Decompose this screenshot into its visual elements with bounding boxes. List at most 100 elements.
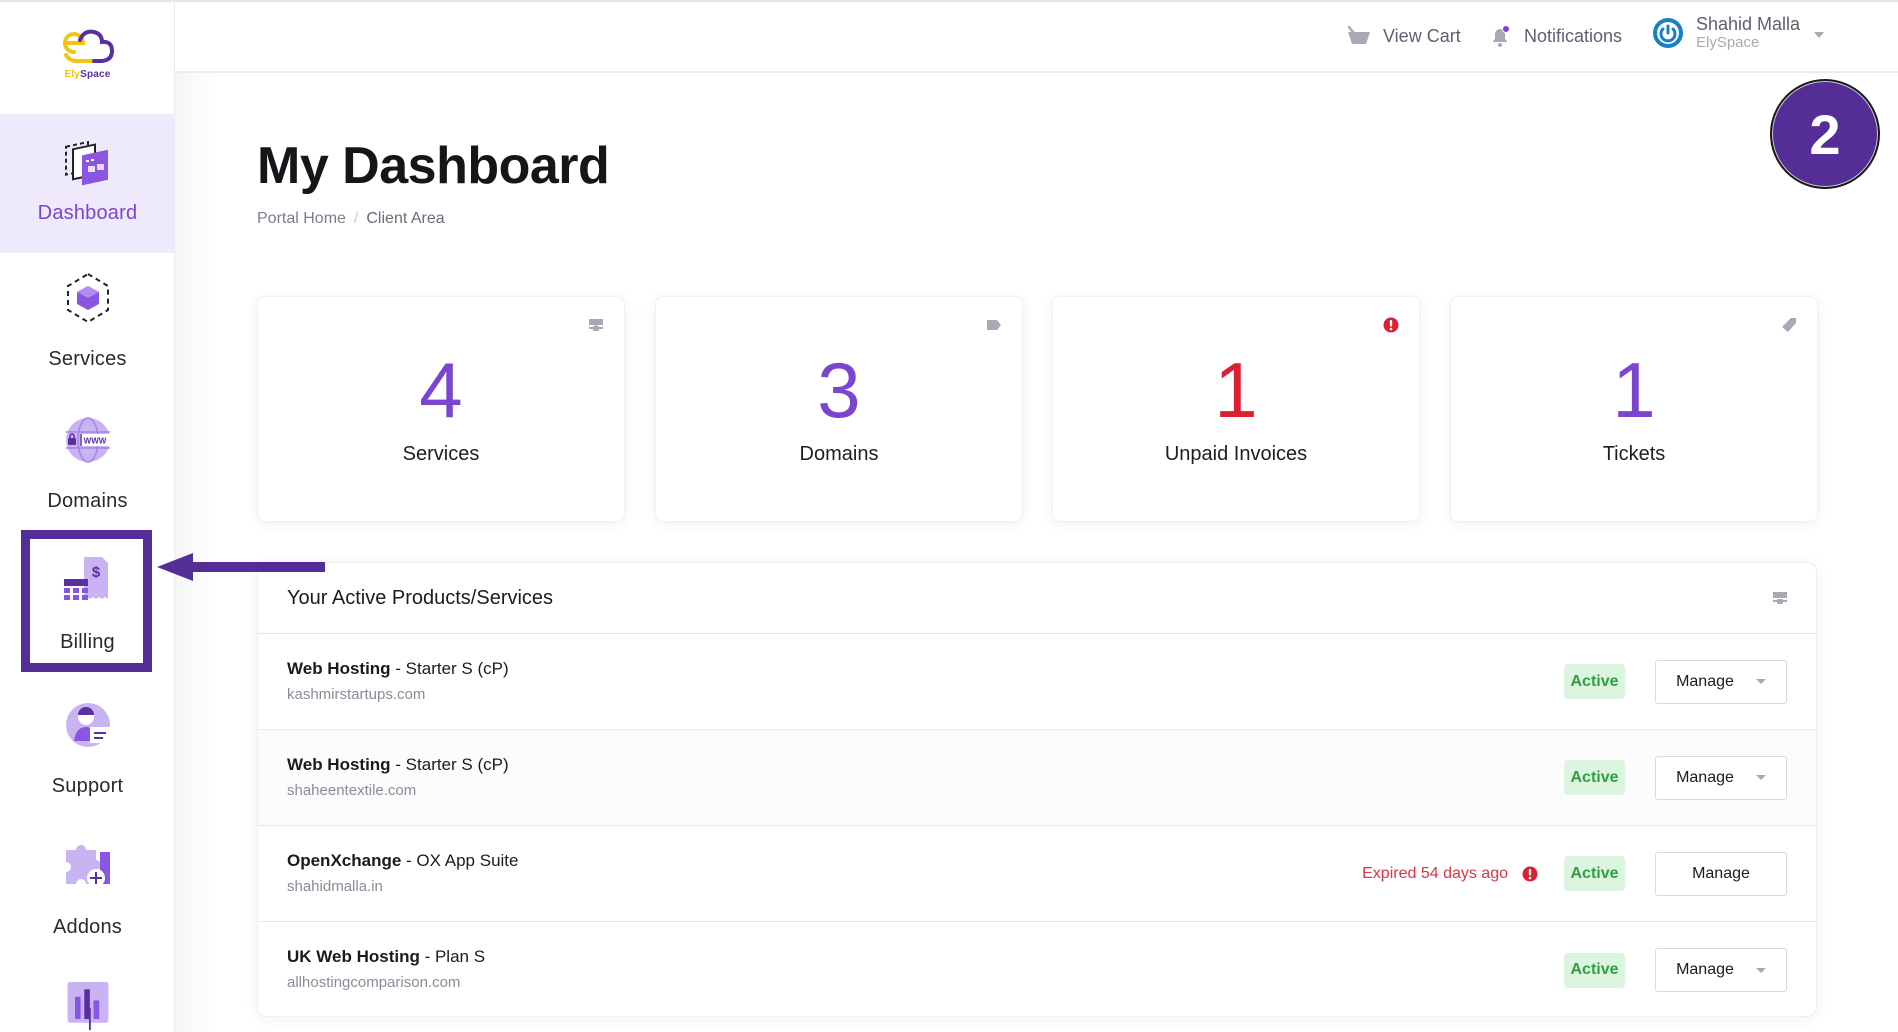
view-cart-link[interactable]: View Cart: [1347, 0, 1461, 72]
top-border: [0, 0, 1898, 2]
sidebar-item-label: Support: [51, 775, 124, 797]
stat-label: Services: [402, 443, 480, 465]
sidebar-item-addons[interactable]: Addons: [0, 838, 175, 963]
stat-card-services[interactable]: 4 Services: [257, 296, 625, 522]
elyspace-logo-icon: [62, 29, 114, 64]
sidebar-item-domains[interactable]: WWW Domains: [0, 412, 175, 532]
chart-icon: [67, 981, 108, 1031]
product-type: UK Web Hosting: [287, 947, 420, 966]
status-badge: Active: [1564, 664, 1625, 699]
product-type: Web Hosting: [287, 754, 391, 774]
puzzle-icon: [65, 845, 110, 887]
dashboard-icon: [64, 140, 108, 186]
support-icon: [65, 703, 110, 747]
product-domain: kashmirstartups.com: [287, 685, 426, 703]
product-row[interactable]: OpenXchange - OX App Suite shahidmalla.i…: [258, 826, 1816, 922]
manage-button[interactable]: Manage: [1655, 851, 1787, 896]
product-domain: allhostingcomparison.com: [287, 974, 461, 991]
stat-value: 3: [817, 346, 861, 434]
chevron-down-icon: [1814, 32, 1825, 38]
stat-value: 4: [419, 346, 463, 434]
stat-label: Tickets: [1602, 443, 1666, 465]
alert-icon: [1522, 866, 1538, 881]
stat-card-domains[interactable]: 3 Domains: [655, 296, 1023, 522]
server-icon: [1773, 592, 1787, 604]
stat-card-unpaid-invoices[interactable]: 1 Unpaid Invoices: [1052, 296, 1420, 522]
product-type: OpenXchange: [287, 850, 402, 870]
manage-label: Manage: [1676, 672, 1734, 690]
product-row[interactable]: UK Web Hosting - Plan S allhostingcompar…: [258, 922, 1816, 1016]
sidebar-item-dashboard[interactable]: Dashboard: [0, 114, 175, 253]
expired-text: Expired 54 days ago: [1362, 864, 1508, 882]
sidebar-item-label: Addons: [52, 916, 123, 938]
cart-icon: [1347, 26, 1370, 44]
caret-down-icon: [1755, 967, 1766, 973]
sidebar-item-services[interactable]: Services: [0, 270, 175, 395]
step-number-annotation: 2: [1770, 79, 1880, 189]
panel-title: Your Active Products/Services: [287, 586, 554, 609]
product-plan: - Plan S: [419, 947, 486, 966]
product-name: UK Web Hosting - Plan S: [287, 945, 1564, 969]
user-avatar-power-icon: [1653, 18, 1683, 48]
svg-text:WWW: WWW: [83, 437, 106, 446]
notifications-label: Notifications: [1524, 25, 1623, 46]
bell-icon: [1493, 25, 1510, 47]
product-name: OpenXchange - OX App Suite: [287, 849, 1362, 873]
page-title: My Dashboard: [257, 137, 610, 195]
breadcrumb-separator: /: [353, 210, 359, 227]
product-domain: shahidmalla.in: [287, 877, 383, 895]
sidebar-shadow: [175, 0, 215, 1032]
stat-label: Unpaid Invoices: [1164, 443, 1308, 465]
sidebar: ElySpace Dashboard Services WWW Domains …: [0, 0, 175, 1032]
alert-icon: [1383, 317, 1399, 333]
breadcrumb-portal-home[interactable]: Portal Home: [257, 210, 346, 228]
caret-down-icon: [1755, 679, 1766, 684]
product-plan: - OX App Suite: [401, 850, 519, 870]
product-name: Web Hosting - Starter S (cP): [287, 657, 1564, 681]
product-type: Web Hosting: [287, 658, 391, 678]
annotation-arrow-icon: [157, 553, 325, 581]
active-products-panel: Your Active Products/Services Web Hostin…: [257, 562, 1817, 1017]
breadcrumb-client-area: Client Area: [366, 210, 445, 227]
status-badge: Active: [1564, 760, 1625, 795]
server-icon: [589, 319, 603, 331]
svg-text:$: $: [91, 564, 100, 581]
manage-button[interactable]: Manage: [1655, 755, 1787, 800]
user-name: Shahid Malla: [1696, 14, 1801, 34]
user-menu[interactable]: Shahid Malla ElySpace: [1652, 14, 1825, 52]
user-org: ElySpace: [1696, 34, 1760, 51]
product-row[interactable]: Web Hosting - Starter S (cP) kashmirstar…: [258, 634, 1816, 730]
brand-logo[interactable]: ElySpace: [0, 28, 175, 88]
caret-down-icon: [1755, 775, 1766, 780]
panel-header: Your Active Products/Services: [258, 563, 1816, 634]
product-name: Web Hosting - Starter S (cP): [287, 753, 1564, 777]
tag-icon: [987, 320, 1001, 330]
product-row[interactable]: Web Hosting - Starter S (cP) shaheentext…: [258, 730, 1816, 826]
product-plan: - Starter S (cP): [390, 754, 509, 774]
sidebar-item-reports[interactable]: [0, 980, 175, 1032]
cube-icon: [66, 272, 109, 324]
stat-card-tickets[interactable]: 1 Tickets: [1450, 296, 1818, 522]
ticket-icon: [1782, 318, 1796, 332]
manage-button[interactable]: Manage: [1655, 659, 1787, 704]
manage-label: Manage: [1676, 961, 1734, 978]
status-badge: Active: [1564, 856, 1625, 891]
manage-label: Manage: [1692, 864, 1750, 882]
expired-notice: Expired 54 days ago: [1362, 865, 1538, 883]
globe-www-icon: WWW: [65, 417, 110, 463]
breadcrumb: Portal Home / Client Area: [257, 210, 445, 228]
stat-label: Domains: [799, 443, 879, 465]
view-cart-label: View Cart: [1383, 25, 1461, 46]
stat-value: 1: [1612, 346, 1656, 434]
status-badge: Active: [1564, 952, 1625, 988]
product-domain: shaheentextile.com: [287, 781, 417, 799]
manage-button[interactable]: Manage: [1655, 948, 1787, 992]
sidebar-item-support[interactable]: Support: [0, 697, 175, 822]
sidebar-item-label: Domains: [47, 490, 128, 512]
notifications-link[interactable]: Notifications: [1488, 0, 1622, 72]
sidebar-item-billing[interactable]: $ Billing: [0, 555, 175, 665]
top-header: View Cart Notifications Shahid Malla Ely…: [175, 0, 1898, 73]
manage-label: Manage: [1676, 768, 1734, 786]
sidebar-item-label: Services: [48, 348, 127, 370]
product-plan: - Starter S (cP): [390, 658, 509, 678]
